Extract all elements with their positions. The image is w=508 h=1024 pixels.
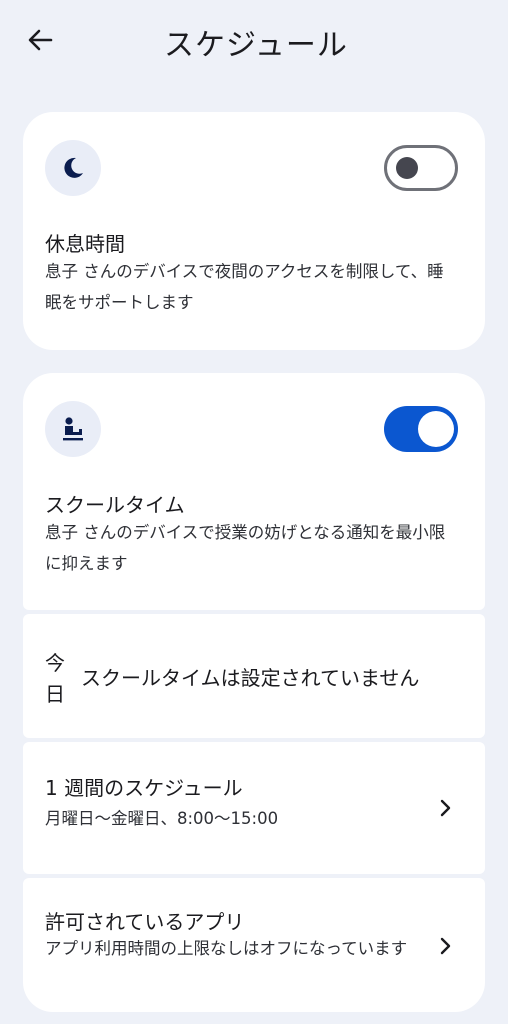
- moon-icon: [64, 157, 83, 178]
- bedtime-card: 休息時間 息子 さんのデバイスで夜間のアクセスを制限して、睡眠をサポートします: [23, 112, 485, 350]
- weekly-schedule-row[interactable]: 1 週間のスケジュール 月曜日〜金曜日、8:00〜15:00: [23, 742, 485, 874]
- bedtime-description: 息子 さんのデバイスで夜間のアクセスを制限して、睡眠をサポートします: [45, 262, 444, 312]
- chevron-right-icon: [433, 796, 457, 820]
- today-label: 今日: [45, 651, 65, 706]
- school-time-toggle[interactable]: [384, 406, 458, 452]
- student-desk-icon: [63, 417, 83, 441]
- chevron-right-icon: [433, 934, 457, 958]
- weekly-schedule-title: 1 週間のスケジュール: [45, 776, 243, 800]
- weekly-schedule-subtitle: 月曜日〜金曜日、8:00〜15:00: [45, 809, 279, 828]
- arrow-left-icon: [28, 29, 53, 51]
- school-time-description: 息子 さんのデバイスで授業の妨げとなる通知を最小限に抑えます: [45, 523, 446, 573]
- page-title: スケジュール: [164, 28, 348, 63]
- toggle-knob: [418, 411, 454, 447]
- bedtime-title: 休息時間: [45, 232, 125, 256]
- bedtime-icon-badge: [45, 140, 101, 196]
- allowed-apps-subtitle: アプリ利用時間の上限なしはオフになっています: [45, 939, 408, 958]
- today-status-text: スクールタイムは設定されていません: [81, 666, 420, 690]
- allowed-apps-row[interactable]: 許可されているアプリ アプリ利用時間の上限なしはオフになっています: [23, 878, 485, 1012]
- top-app-bar: スケジュール: [0, 0, 508, 84]
- school-time-card: スクールタイム 息子 さんのデバイスで授業の妨げとなる通知を最小限に抑えます: [23, 373, 485, 610]
- toggle-knob: [396, 157, 418, 179]
- allowed-apps-title: 許可されているアプリ: [45, 910, 245, 934]
- school-time-title: スクールタイム: [45, 493, 185, 517]
- bedtime-toggle[interactable]: [384, 145, 458, 191]
- back-button[interactable]: [20, 22, 60, 58]
- schedule-screen: スケジュール 休息時間 息子 さんのデバイスで夜間のアクセスを制限して、睡眠をサ…: [0, 0, 508, 1024]
- school-time-icon-badge: [45, 401, 101, 457]
- today-status-row: 今日 スクールタイムは設定されていません: [23, 614, 485, 738]
